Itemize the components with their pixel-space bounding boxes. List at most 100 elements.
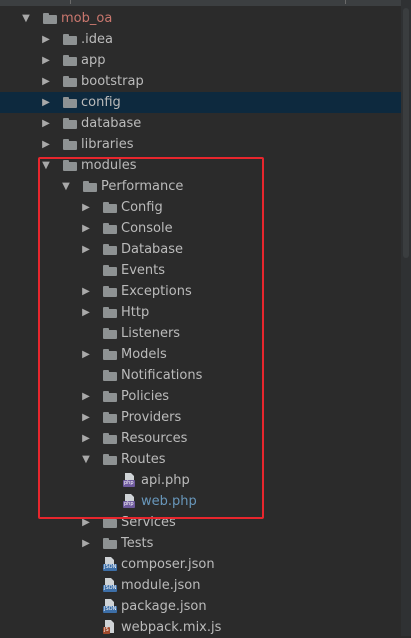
- tree-label: Services: [121, 515, 176, 530]
- tree-row-resources[interactable]: ▶ Resources: [0, 428, 401, 449]
- triangle-right-icon[interactable]: ▶: [40, 29, 52, 50]
- tree-row-tests[interactable]: ▶ Tests: [0, 533, 401, 554]
- folder-icon: [83, 181, 97, 192]
- tree-row-bootstrap[interactable]: ▶ bootstrap: [0, 71, 401, 92]
- tree-row-notifications[interactable]: Notifications: [0, 365, 401, 386]
- triangle-right-icon[interactable]: ▶: [80, 197, 92, 218]
- tree-label: module.json: [121, 578, 201, 593]
- top-toolbar-edge: [0, 0, 411, 6]
- tree-row-policies[interactable]: ▶ Policies: [0, 386, 401, 407]
- tree-row-libraries[interactable]: ▶ libraries: [0, 134, 401, 155]
- triangle-right-icon[interactable]: ▶: [80, 281, 92, 302]
- triangle-down-icon[interactable]: ▼: [80, 449, 92, 470]
- triangle-right-icon[interactable]: ▶: [80, 533, 92, 554]
- tree-label: Performance: [101, 179, 184, 194]
- tree-row-module-json[interactable]: JSON module.json: [0, 575, 401, 596]
- tree-label: .idea: [81, 32, 113, 47]
- php-file-icon: php: [123, 473, 135, 487]
- vertical-scrollbar[interactable]: [401, 0, 411, 636]
- triangle-right-icon[interactable]: ▶: [80, 512, 92, 533]
- triangle-down-icon[interactable]: ▼: [60, 176, 72, 197]
- folder-icon: [63, 160, 77, 171]
- tree-row-providers[interactable]: ▶ Providers: [0, 407, 401, 428]
- triangle-down-icon[interactable]: ▼: [20, 8, 32, 29]
- tree-row-listeners[interactable]: Listeners: [0, 323, 401, 344]
- tree-label: Models: [121, 347, 167, 362]
- triangle-right-icon[interactable]: ▶: [80, 302, 92, 323]
- tree-label: mob_oa: [61, 11, 113, 26]
- tree-row-idea[interactable]: ▶ .idea: [0, 29, 401, 50]
- tree-label: composer.json: [121, 557, 215, 572]
- triangle-right-icon[interactable]: ▶: [40, 50, 52, 71]
- json-file-icon: JSON: [103, 578, 118, 592]
- tree-row-database[interactable]: ▶ database: [0, 113, 401, 134]
- tree-row-mob-oa[interactable]: ▼ mob_oa: [0, 8, 401, 29]
- folder-icon: [63, 34, 77, 45]
- folder-icon: [103, 244, 117, 255]
- folder-icon: [103, 538, 117, 549]
- triangle-right-icon[interactable]: ▶: [80, 428, 92, 449]
- tree-row-config[interactable]: ▶ config: [0, 92, 401, 113]
- folder-icon: [103, 517, 117, 528]
- tree-label: web.php: [141, 494, 197, 509]
- tree-label: database: [81, 116, 142, 131]
- triangle-down-icon[interactable]: ▼: [40, 155, 52, 176]
- tree-row-events[interactable]: Events: [0, 260, 401, 281]
- folder-icon: [63, 118, 77, 129]
- tree-label: Policies: [121, 389, 170, 404]
- tree-row-webpack-mix-js[interactable]: JS webpack.mix.js: [0, 617, 401, 638]
- triangle-right-icon[interactable]: ▶: [40, 71, 52, 92]
- tree-label: Exceptions: [121, 284, 192, 299]
- folder-icon: [103, 307, 117, 318]
- tree-row-console[interactable]: ▶ Console: [0, 218, 401, 239]
- tree-label: libraries: [81, 137, 134, 152]
- tree-label: Resources: [121, 431, 188, 446]
- tree-row-app[interactable]: ▶ app: [0, 50, 401, 71]
- triangle-right-icon[interactable]: ▶: [80, 239, 92, 260]
- folder-icon: [63, 97, 77, 108]
- tree-label: Routes: [121, 452, 166, 467]
- tree-row-exceptions[interactable]: ▶ Exceptions: [0, 281, 401, 302]
- triangle-right-icon[interactable]: ▶: [40, 113, 52, 134]
- folder-icon: [63, 55, 77, 66]
- tree-row-database-folder[interactable]: ▶ Database: [0, 239, 401, 260]
- tree-label: config: [81, 95, 121, 110]
- tree-row-package-json[interactable]: JSON package.json: [0, 596, 401, 617]
- folder-icon: [63, 76, 77, 87]
- folder-icon: [63, 139, 77, 150]
- tree-row-routes[interactable]: ▼ Routes: [0, 449, 401, 470]
- tree-label: package.json: [121, 599, 207, 614]
- tree-row-api-php[interactable]: php api.php: [0, 470, 401, 491]
- tree-row-modules[interactable]: ▼ modules: [0, 155, 401, 176]
- project-tree: ▼ mob_oa ▶ .idea ▶ app ▶ bootstrap ▶ con…: [0, 8, 401, 638]
- tree-label: Database: [121, 242, 184, 257]
- tree-row-config-folder[interactable]: ▶ Config: [0, 197, 401, 218]
- tree-row-performance[interactable]: ▼ Performance: [0, 176, 401, 197]
- tree-label: Http: [121, 305, 150, 320]
- triangle-right-icon[interactable]: ▶: [80, 386, 92, 407]
- folder-icon: [103, 202, 117, 213]
- tree-label: Notifications: [121, 368, 203, 383]
- folder-icon: [103, 286, 117, 297]
- tree-label: Console: [121, 221, 173, 236]
- folder-icon: [103, 265, 117, 276]
- triangle-right-icon[interactable]: ▶: [40, 134, 52, 155]
- json-file-icon: JSON: [103, 599, 118, 613]
- tree-row-web-php[interactable]: php web.php: [0, 491, 401, 512]
- triangle-right-icon[interactable]: ▶: [80, 407, 92, 428]
- triangle-right-icon[interactable]: ▶: [40, 92, 52, 113]
- tree-row-http[interactable]: ▶ Http: [0, 302, 401, 323]
- tree-label: Listeners: [121, 326, 181, 341]
- folder-icon: [103, 391, 117, 402]
- scrollbar-thumb[interactable]: [403, 8, 409, 258]
- triangle-right-icon[interactable]: ▶: [80, 218, 92, 239]
- tree-row-models[interactable]: ▶ Models: [0, 344, 401, 365]
- triangle-right-icon[interactable]: ▶: [80, 344, 92, 365]
- folder-icon: [43, 13, 57, 24]
- folder-icon: [103, 370, 117, 381]
- tree-label: bootstrap: [81, 74, 144, 89]
- tree-row-services[interactable]: ▶ Services: [0, 512, 401, 533]
- tree-label: api.php: [141, 473, 190, 488]
- folder-icon: [103, 349, 117, 360]
- tree-row-composer-json[interactable]: JSON composer.json: [0, 554, 401, 575]
